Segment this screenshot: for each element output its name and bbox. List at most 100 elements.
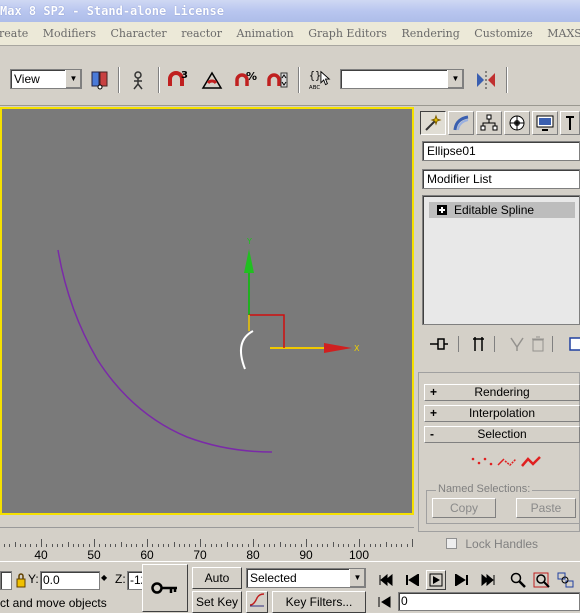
- menu-maxscript[interactable]: MAXScri: [547, 27, 580, 40]
- go-to-start-icon[interactable]: [376, 570, 396, 590]
- command-panel-tabs: [416, 109, 580, 137]
- tab-utilities[interactable]: [560, 111, 580, 135]
- menu-animation[interactable]: Animation: [237, 27, 294, 40]
- zoom-icon[interactable]: [508, 570, 528, 590]
- key-mode-toggle-icon[interactable]: [376, 596, 392, 611]
- named-selection-dropdown[interactable]: ▼: [340, 69, 464, 89]
- timeline-tick: [30, 544, 32, 547]
- spline-level-icon[interactable]: [520, 455, 542, 472]
- tab-hierarchy[interactable]: [476, 111, 502, 135]
- timeline-tick: [306, 539, 307, 547]
- timeline-tick: [385, 542, 387, 547]
- show-end-result-icon[interactable]: [470, 335, 488, 356]
- timeline-tick: [120, 542, 122, 547]
- modifier-list-label: Modifier List: [427, 172, 492, 186]
- edit-named-selection-icon[interactable]: {} ABC: [308, 68, 332, 92]
- segment-level-icon[interactable]: [496, 455, 518, 472]
- make-unique-icon[interactable]: [508, 335, 526, 356]
- set-key-button[interactable]: Set Key: [192, 591, 242, 613]
- rollout-rendering[interactable]: + Rendering: [424, 384, 580, 401]
- key-mode-dropdown[interactable]: Selected ▼: [246, 568, 366, 588]
- timeline-tick: [46, 544, 48, 547]
- timeline-tick: [35, 544, 37, 547]
- x-coordinate-field[interactable]: [0, 571, 12, 590]
- timeline-tick: [141, 544, 143, 547]
- modifier-stack: Editable Spline: [422, 195, 580, 325]
- configure-modifier-sets-icon[interactable]: [568, 335, 580, 356]
- y-coordinate-value: 0.0: [43, 573, 60, 587]
- menu-customize[interactable]: Customize: [474, 27, 532, 40]
- svg-text:{}: {}: [309, 71, 321, 82]
- toolbar-separator: [298, 67, 300, 93]
- set-key-mode-button[interactable]: [142, 564, 188, 612]
- remove-modifier-icon[interactable]: [530, 335, 546, 356]
- rollout-selection[interactable]: - Selection: [424, 426, 580, 443]
- y-spinner-icon[interactable]: ◆: [101, 573, 107, 582]
- current-frame-field[interactable]: 0: [398, 592, 580, 611]
- timeline-tick: [268, 544, 270, 547]
- paste-button[interactable]: Paste: [516, 498, 576, 518]
- timeline-label: 50: [87, 548, 101, 562]
- expand-icon: +: [430, 385, 438, 399]
- coord-system-value: View: [14, 72, 40, 86]
- rollout-interpolation[interactable]: + Interpolation: [424, 405, 580, 422]
- next-frame-icon[interactable]: [452, 570, 472, 590]
- zoom-all-icon[interactable]: [532, 570, 552, 590]
- object-name-field[interactable]: Ellipse01: [422, 141, 580, 161]
- mirror-icon[interactable]: [474, 68, 498, 92]
- percent-snap-icon[interactable]: %: [234, 68, 258, 92]
- pin-stack-icon[interactable]: [428, 335, 450, 356]
- menu-create[interactable]: reate: [0, 27, 28, 40]
- y-coordinate-field[interactable]: 0.0: [40, 571, 100, 590]
- perspective-viewport[interactable]: Y X: [0, 107, 414, 515]
- timeline-tick: [237, 544, 239, 547]
- menu-bar: reate Modifiers Character reactor Animat…: [0, 22, 580, 46]
- window-title: Max 8 SP2 - Stand-alone License: [0, 4, 224, 18]
- menu-modifiers[interactable]: Modifiers: [43, 27, 96, 40]
- menu-character[interactable]: Character: [110, 27, 166, 40]
- timeline-tick: [3, 544, 5, 547]
- stack-item-label: Editable Spline: [454, 203, 535, 217]
- timeline-tick: [369, 544, 371, 547]
- stack-toolbar-separator: [552, 336, 553, 352]
- select-manipulate-icon[interactable]: [128, 68, 152, 92]
- spinner-snap-icon[interactable]: [266, 68, 290, 92]
- default-tangent-button[interactable]: [246, 591, 268, 613]
- copy-button[interactable]: Copy: [432, 498, 496, 518]
- timeline-tick: [242, 544, 244, 547]
- timeline-ruler[interactable]: 40 50 60 70 80 90 100: [0, 527, 414, 562]
- menu-rendering[interactable]: Rendering: [401, 27, 459, 40]
- lock-handles-checkbox[interactable]: [446, 538, 457, 549]
- vertex-level-icon[interactable]: [470, 455, 494, 472]
- timeline-tick: [94, 539, 95, 547]
- timeline-tick: [157, 544, 159, 547]
- lock-selection-icon[interactable]: [16, 572, 26, 591]
- tab-display[interactable]: [532, 111, 558, 135]
- timeline-tick: [401, 544, 403, 547]
- pivot-center-icon[interactable]: [88, 68, 112, 92]
- menu-graph-editors[interactable]: Graph Editors: [308, 27, 387, 40]
- snap-3d-icon[interactable]: 3: [166, 68, 190, 92]
- angle-snap-icon[interactable]: [200, 68, 224, 92]
- named-selections-label: Named Selections:: [436, 483, 533, 495]
- command-panel: Ellipse01 Modifier List Editable Spline: [416, 107, 580, 551]
- zoom-extents-icon[interactable]: [556, 570, 576, 590]
- tab-create[interactable]: [420, 111, 446, 135]
- svg-text:3: 3: [181, 70, 188, 81]
- tab-modify[interactable]: [448, 111, 474, 135]
- stack-item-editable-spline[interactable]: Editable Spline: [429, 202, 575, 218]
- timeline-tick: [343, 544, 345, 547]
- play-icon[interactable]: [426, 570, 446, 590]
- menu-reactor[interactable]: reactor: [181, 27, 222, 40]
- key-filters-button[interactable]: Key Filters...: [272, 591, 366, 613]
- modifier-list-dropdown[interactable]: Modifier List: [422, 169, 580, 189]
- previous-frame-icon[interactable]: [402, 570, 422, 590]
- go-to-end-icon[interactable]: [478, 570, 498, 590]
- timeline-tick: [200, 539, 201, 547]
- coord-system-dropdown[interactable]: View ▼: [10, 69, 82, 89]
- tab-motion[interactable]: [504, 111, 530, 135]
- timeline-tick: [284, 544, 286, 547]
- auto-key-button[interactable]: Auto Key: [192, 567, 242, 605]
- expand-icon[interactable]: [437, 205, 447, 215]
- timeline-tick: [210, 544, 212, 547]
